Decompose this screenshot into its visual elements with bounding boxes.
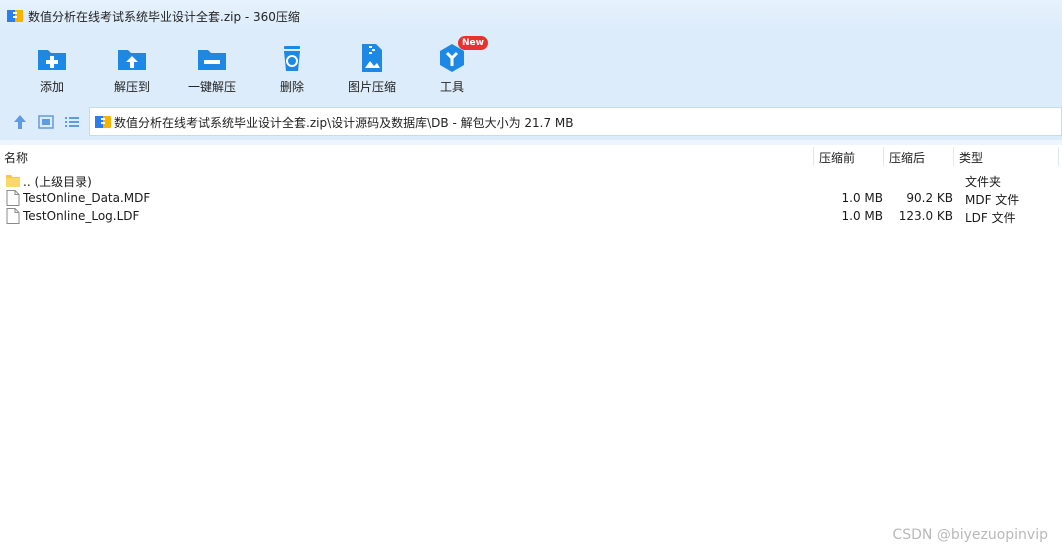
extract-to-label: 解压到 <box>113 80 150 94</box>
new-badge: New <box>458 36 488 50</box>
file-type: LDF 文件 <box>965 211 1016 225</box>
column-divider <box>883 147 884 166</box>
column-header-after[interactable]: 压缩后 <box>889 149 925 166</box>
column-header-type[interactable]: 类型 <box>959 149 983 166</box>
add-folder-icon <box>38 50 66 70</box>
column-header-before[interactable]: 压缩前 <box>819 149 855 166</box>
add-label: 添加 <box>39 80 64 94</box>
delete-button[interactable]: 删除 <box>256 40 328 100</box>
extract-to-button[interactable]: 解压到 <box>96 40 168 100</box>
list-item[interactable]: TestOnline_Data.MDF 1.0 MB 90.2 KB MDF 文… <box>0 189 1062 207</box>
file-icon <box>6 190 20 206</box>
watermark: CSDN @biyezuopinvip <box>892 527 1048 543</box>
image-compress-label: 图片压缩 <box>347 80 396 94</box>
file-name: TestOnline_Data.MDF <box>23 191 151 205</box>
address-path: 数值分析在线考试系统毕业设计全套.zip\设计源码及数据库\DB - 解包大小为… <box>114 116 574 130</box>
size-after: 123.0 KB <box>898 209 953 223</box>
archive-icon <box>7 10 23 22</box>
tools-button[interactable]: New 工具 <box>416 36 488 100</box>
folder-icon <box>6 175 20 187</box>
size-after: 90.2 KB <box>906 191 953 205</box>
one-click-extract-icon <box>198 50 226 70</box>
file-type: 文件夹 <box>965 175 1002 189</box>
window-title: 数值分析在线考试系统毕业设计全套.zip - 360压缩 <box>28 10 300 24</box>
image-compress-button[interactable]: 图片压缩 <box>336 40 408 100</box>
thumbnail-view-icon[interactable] <box>36 112 56 132</box>
image-compress-icon <box>362 44 382 72</box>
toolbar: 添加 解压到 一键解压 删除 图片压缩 New 工具 <box>0 32 1062 104</box>
archive-icon <box>95 116 111 128</box>
file-name: TestOnline_Log.LDF <box>23 209 140 223</box>
column-header-name[interactable]: 名称 <box>4 149 28 166</box>
column-divider <box>1058 147 1059 166</box>
address-bar[interactable]: 数值分析在线考试系统毕业设计全套.zip\设计源码及数据库\DB - 解包大小为… <box>89 107 1062 136</box>
list-item[interactable]: TestOnline_Log.LDF 1.0 MB 123.0 KB LDF 文… <box>0 207 1062 225</box>
one-click-extract-button[interactable]: 一键解压 <box>176 40 248 100</box>
title-bar: 数值分析在线考试系统毕业设计全套.zip - 360压缩 <box>0 0 1062 32</box>
column-divider <box>953 147 954 166</box>
delete-label: 删除 <box>279 80 304 94</box>
column-divider <box>813 147 814 166</box>
navigation-bar: 数值分析在线考试系统毕业设计全套.zip\设计源码及数据库\DB - 解包大小为… <box>0 104 1062 140</box>
add-button[interactable]: 添加 <box>16 40 88 100</box>
list-divider <box>0 140 1062 145</box>
file-icon <box>6 208 20 224</box>
extract-to-icon <box>118 50 146 70</box>
file-type: MDF 文件 <box>965 193 1020 207</box>
one-click-extract-label: 一键解压 <box>187 80 236 94</box>
size-before: 1.0 MB <box>841 191 883 205</box>
size-before: 1.0 MB <box>841 209 883 223</box>
file-name: .. (上级目录) <box>23 175 92 189</box>
list-item[interactable]: .. (上级目录) 文件夹 <box>0 171 1062 189</box>
list-view-icon[interactable] <box>62 112 82 132</box>
delete-icon <box>284 46 300 71</box>
tools-label: 工具 <box>439 80 464 94</box>
up-level-icon[interactable] <box>10 112 30 132</box>
